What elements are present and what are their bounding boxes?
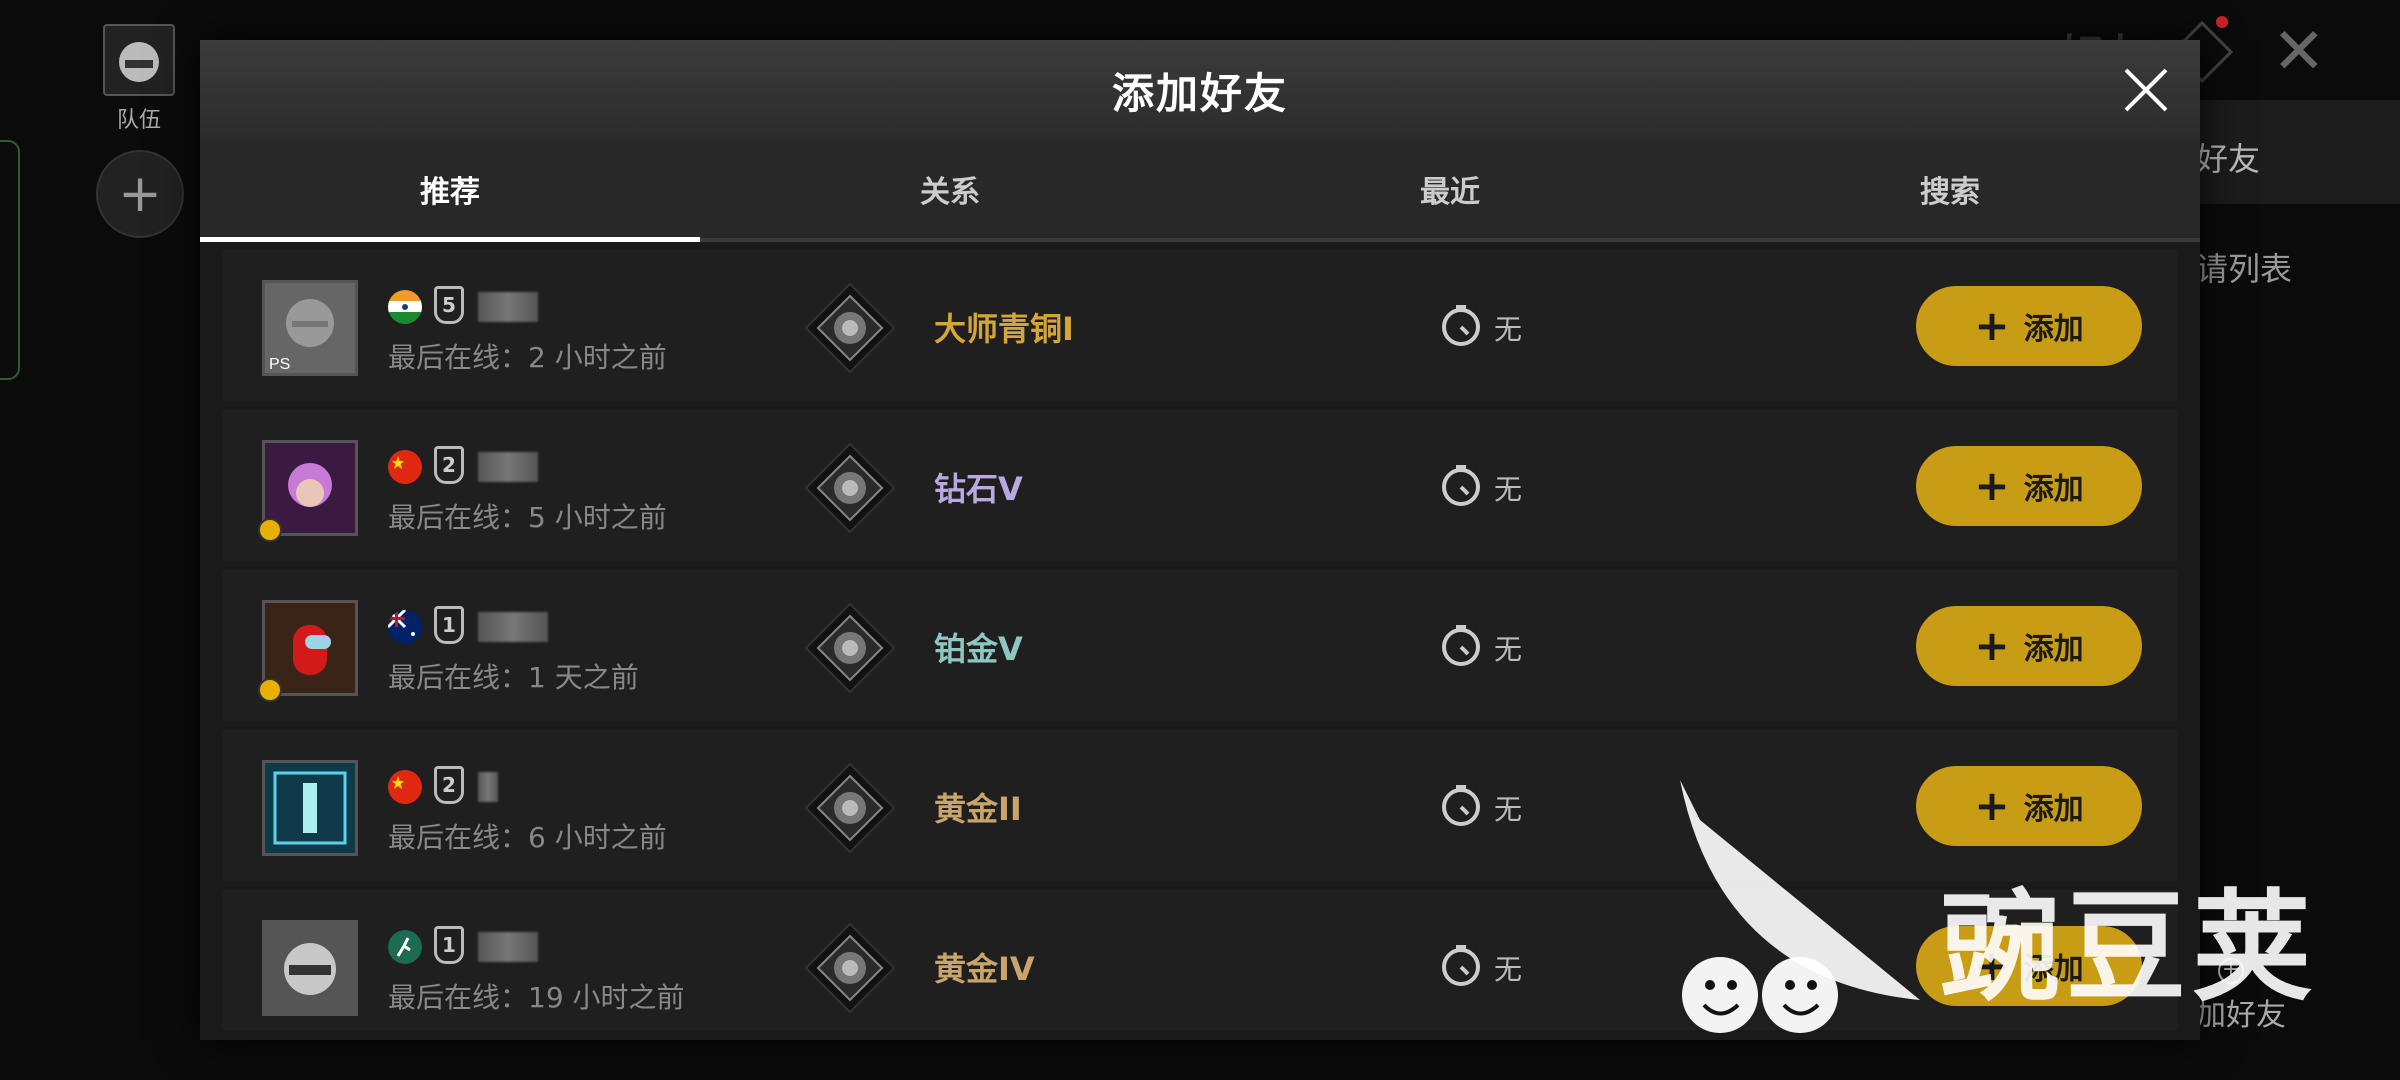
add-button-label: 添加: [2023, 792, 2084, 827]
player-level-badge: 5: [434, 286, 464, 324]
tab-label: 最近: [1420, 175, 1480, 210]
player-level-badge: 1: [434, 926, 464, 964]
tab-recommended[interactable]: 推荐: [200, 140, 700, 242]
tab-bar: 推荐 关系 最近 搜索: [200, 140, 2200, 242]
tab-relations[interactable]: 关系: [700, 140, 1200, 238]
svg-text:PS: PS: [269, 356, 290, 373]
add-friend-button[interactable]: + 添加: [1916, 766, 2142, 846]
timer-icon: [1438, 782, 1484, 828]
player-name-blurred: [478, 772, 498, 802]
last-online-text: 最后在线：19 小时之前: [388, 981, 685, 1014]
rank-emblem-icon: [802, 440, 898, 536]
close-icon: [2124, 68, 2168, 112]
china-flag-icon: [388, 770, 422, 804]
tab-label: 搜索: [1920, 175, 1980, 210]
tab-label: 关系: [920, 175, 980, 210]
rank-name: 黄金IV: [934, 950, 1035, 988]
background-side-text: 请列表: [2196, 250, 2293, 288]
player-level-badge: 1: [434, 606, 464, 644]
background-side-tab[interactable]: 好友: [2196, 100, 2400, 204]
add-button-label: 添加: [2023, 472, 2084, 507]
time-value: 无: [1494, 633, 1523, 666]
time-value: 无: [1494, 473, 1523, 506]
player-name-blurred: [478, 932, 538, 962]
rank-emblem-icon: [802, 280, 898, 376]
team-label: 队伍: [116, 108, 161, 133]
add-friend-button[interactable]: + 添加: [1916, 606, 2142, 686]
rank-name: 铂金V: [934, 630, 1023, 668]
time-value: 无: [1494, 953, 1523, 986]
helmet-icon: [119, 42, 159, 82]
plus-icon: +: [1974, 781, 2010, 830]
add-button-label: 添加: [2023, 632, 2084, 667]
background-close-icon[interactable]: ✕: [2272, 20, 2326, 84]
add-friend-button[interactable]: + 添加: [1916, 446, 2142, 526]
timer-icon: [1438, 302, 1484, 348]
last-online-text: 最后在线：6 小时之前: [388, 821, 667, 854]
last-online-text: 最后在线：2 小时之前: [388, 341, 667, 374]
player-row[interactable]: 2 最后在线：6 小时之前 黄金II 无 + 添加: [222, 730, 2178, 882]
running-man-flag-icon: [388, 930, 422, 964]
add-team-member-button[interactable]: +: [96, 150, 184, 238]
last-online-text: 最后在线：1 天之前: [388, 661, 639, 694]
player-row[interactable]: 1 最后在线：19 小时之前 黄金IV 无 + 添加: [222, 890, 2178, 1030]
australia-flag-icon: [388, 610, 422, 644]
rank-emblem-icon: [802, 760, 898, 856]
timer-icon: [1438, 622, 1484, 668]
side-tab-label: 好友: [2196, 140, 2261, 178]
left-edge-frame: [0, 140, 20, 380]
watermark-text: 豌豆荚: [1940, 879, 2318, 1018]
player-avatar[interactable]: [262, 760, 358, 856]
notification-dot: [2216, 16, 2228, 28]
rank-emblem-icon: [802, 600, 898, 696]
rank-name: 黄金II: [934, 790, 1022, 828]
last-online-text: 最后在线：5 小时之前: [388, 501, 667, 534]
coin-badge-icon: [258, 678, 282, 702]
player-avatar[interactable]: [262, 920, 358, 1016]
plus-icon: +: [1974, 621, 2010, 670]
time-value: 无: [1494, 793, 1523, 826]
rank-name: 钻石V: [934, 470, 1023, 508]
player-list: PS 5 最后在线：2 小时之前 大师青铜I 无 + 添加 2 最后在线：5 小…: [222, 250, 2178, 1030]
modal-header: 添加好友: [200, 40, 2200, 140]
player-name-blurred: [478, 612, 548, 642]
china-flag-icon: [388, 450, 422, 484]
tab-search[interactable]: 搜索: [1700, 140, 2200, 238]
player-avatar[interactable]: PS: [262, 280, 358, 376]
add-button-label: 添加: [2023, 312, 2084, 347]
tab-recent[interactable]: 最近: [1200, 140, 1700, 238]
team-avatar[interactable]: [103, 24, 175, 96]
background-left-panel: 队伍 +: [0, 0, 200, 1080]
plus-icon: +: [1974, 461, 2010, 510]
timer-icon: [1438, 942, 1484, 988]
modal-title: 添加好友: [1111, 68, 1288, 118]
player-name-blurred: [478, 452, 538, 482]
india-flag-icon: [388, 290, 422, 324]
add-friend-modal: 添加好友 推荐 关系 最近 搜索 PS 5 最后在线：2 小时之前 大师青铜I …: [200, 40, 2200, 1040]
player-level-badge: 2: [434, 446, 464, 484]
add-friend-button[interactable]: + 添加: [1916, 286, 2142, 366]
player-row[interactable]: 1 最后在线：1 天之前 铂金V 无 + 添加: [222, 570, 2178, 722]
timer-icon: [1438, 462, 1484, 508]
time-value: 无: [1494, 313, 1523, 346]
rank-emblem-icon: [802, 920, 898, 1016]
player-level-badge: 2: [434, 766, 464, 804]
tab-label: 推荐: [420, 175, 480, 210]
plus-icon: +: [1974, 301, 2010, 350]
coin-badge-icon: [258, 518, 282, 542]
rank-name: 大师青铜I: [934, 310, 1074, 348]
player-row[interactable]: PS 5 最后在线：2 小时之前 大师青铜I 无 + 添加: [222, 250, 2178, 402]
player-name-blurred: [478, 292, 538, 322]
close-button[interactable]: [2114, 58, 2178, 122]
player-row[interactable]: 2 最后在线：5 小时之前 钻石V 无 + 添加: [222, 410, 2178, 562]
